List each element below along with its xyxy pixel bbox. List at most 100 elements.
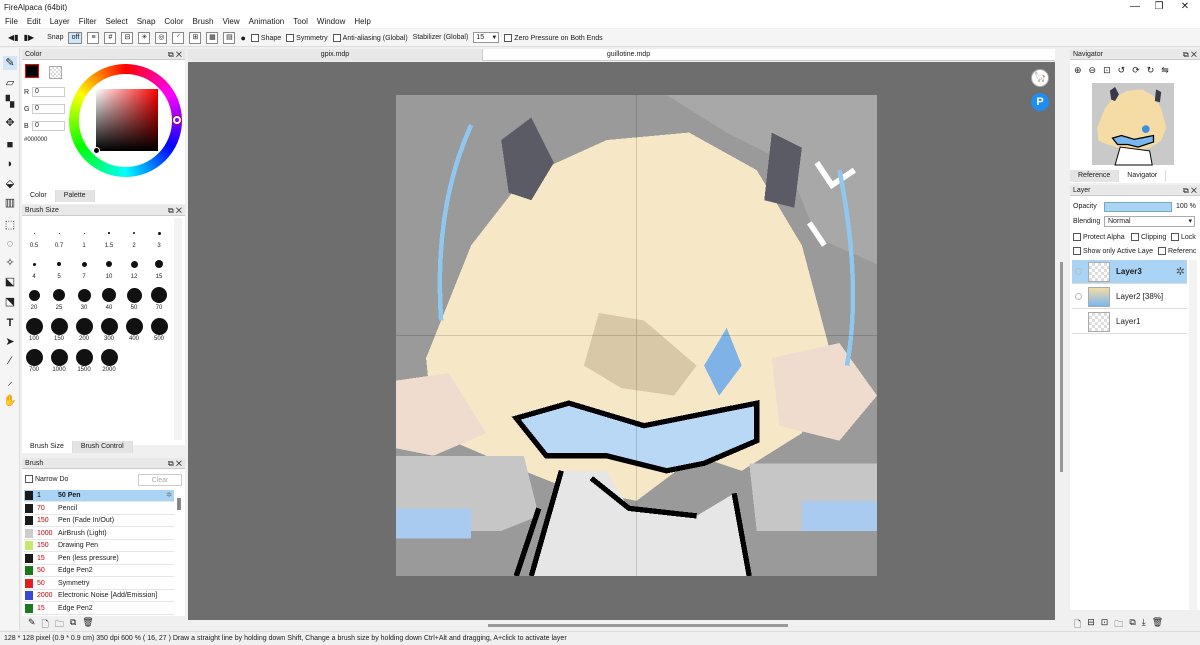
- brush-size-dot[interactable]: [50, 317, 68, 335]
- panel-close-icon[interactable]: ⧉ ✕: [168, 458, 182, 469]
- color-picker-handle[interactable]: [93, 147, 100, 154]
- brush-list-scrollbar[interactable]: [177, 498, 181, 510]
- menu-tool[interactable]: Tool: [293, 17, 308, 26]
- brush-size-dot[interactable]: [81, 261, 87, 267]
- tab-gpix[interactable]: gpix.mdp: [188, 49, 482, 61]
- brush-item[interactable]: 15 Pen (less pressure): [24, 553, 174, 565]
- select-rect-icon[interactable]: ⬚: [3, 218, 17, 232]
- antialias-checkbox[interactable]: Anti-aliasing (Global): [332, 33, 408, 42]
- gear-icon[interactable]: ✲: [1176, 265, 1185, 278]
- brush-item[interactable]: 2000 Electronic Noise [Add/Emission]: [24, 590, 174, 602]
- zoom-in-icon[interactable]: ⊕: [1074, 65, 1082, 76]
- snap-cross-icon[interactable]: #: [104, 31, 117, 44]
- g-input[interactable]: 0: [32, 104, 65, 114]
- select-pen-icon[interactable]: ⬕: [3, 275, 17, 289]
- fill-rect-icon[interactable]: ■: [3, 138, 17, 152]
- menu-window[interactable]: Window: [317, 17, 345, 26]
- shape-checkbox[interactable]: Shape: [250, 33, 281, 42]
- divide-tool-icon[interactable]: ⁄: [3, 354, 17, 368]
- menu-layer[interactable]: Layer: [50, 17, 70, 26]
- magic-wand-icon[interactable]: ✧: [3, 256, 17, 270]
- rotate-reset-icon[interactable]: ⟳: [1132, 65, 1140, 76]
- brush-size-dot[interactable]: [151, 287, 167, 303]
- brush-size-dot[interactable]: [133, 232, 135, 234]
- tab-guillotine[interactable]: guillotine.mdp: [482, 49, 774, 61]
- next-frame-icon[interactable]: ▮▶: [24, 33, 35, 42]
- foreground-color-swatch[interactable]: [25, 64, 39, 78]
- panel-close-icon[interactable]: ⧉ ✕: [1183, 49, 1197, 60]
- brush-item[interactable]: 1000 AirBrush (Light): [24, 528, 174, 540]
- brush-size-dot[interactable]: [28, 289, 40, 301]
- hand-tool-icon[interactable]: ✋: [3, 394, 17, 408]
- prev-frame-icon[interactable]: ◀▮: [8, 33, 19, 42]
- brush-size-dot[interactable]: [100, 348, 118, 366]
- visibility-icon[interactable]: [1075, 268, 1082, 275]
- layer-scrollbar[interactable]: [1189, 260, 1197, 610]
- brush-size-dot[interactable]: [125, 317, 143, 335]
- menu-snap[interactable]: Snap: [137, 17, 156, 26]
- menu-file[interactable]: File: [5, 17, 18, 26]
- transparent-color-swatch[interactable]: [49, 66, 62, 79]
- brush-item[interactable]: 15 Edge Pen2: [24, 603, 174, 615]
- menu-color[interactable]: Color: [164, 17, 183, 26]
- brush-item[interactable]: 50 Edge Pen2: [24, 565, 174, 577]
- brush-size-dot[interactable]: [83, 232, 85, 234]
- lasso-tool-icon[interactable]: ◌: [3, 237, 17, 251]
- brush-item[interactable]: 50 Symmetry: [24, 578, 174, 590]
- flip-icon[interactable]: ⇋: [1161, 65, 1169, 76]
- brush-item[interactable]: 150 Pen (Fade In/Out): [24, 515, 174, 527]
- snap-3d-icon[interactable]: ⊞: [189, 31, 202, 44]
- brush-item[interactable]: 150 Drawing Pen: [24, 540, 174, 552]
- brush-size-dot[interactable]: [50, 348, 68, 366]
- brush-size-dot[interactable]: [100, 317, 118, 335]
- alpaca-icon[interactable]: 🦙: [1031, 69, 1049, 87]
- brush-size-dot[interactable]: [32, 262, 36, 266]
- clipping-checkbox[interactable]: Clipping: [1131, 233, 1166, 241]
- brush-size-dot[interactable]: [33, 232, 35, 234]
- operation-tool-icon[interactable]: ➤: [3, 335, 17, 349]
- brush-size-dot[interactable]: [25, 348, 43, 366]
- brush-item[interactable]: 70 Pencil: [24, 503, 174, 515]
- blending-select[interactable]: Normal ▾: [1104, 216, 1195, 227]
- move-tool-icon[interactable]: ✥: [3, 116, 17, 130]
- gradient-tool-icon[interactable]: ▥: [3, 196, 17, 210]
- snap-vanish-icon[interactable]: ⊟: [121, 31, 134, 44]
- b-input[interactable]: 0: [32, 121, 65, 131]
- brush-size-dot[interactable]: [102, 288, 116, 302]
- brush-item[interactable]: ✲ 1 50 Pen: [24, 490, 174, 502]
- panel-close-icon[interactable]: ⧉ ✕: [168, 49, 182, 60]
- menu-brush[interactable]: Brush: [193, 17, 214, 26]
- brush-size-dot[interactable]: [108, 232, 110, 234]
- eraser-tool-icon[interactable]: ▱: [3, 76, 17, 90]
- panel-close-icon[interactable]: ⧉ ✕: [168, 205, 182, 216]
- layer-row[interactable]: Layer3 ✲: [1072, 260, 1187, 284]
- zoom-out-icon[interactable]: ⊖: [1089, 65, 1097, 76]
- brush-size-dot[interactable]: [106, 261, 112, 267]
- opacity-slider[interactable]: [1104, 202, 1172, 212]
- maximize-button[interactable]: ❐: [1146, 0, 1172, 14]
- pixiv-icon[interactable]: P: [1031, 93, 1049, 111]
- rotate-right-icon[interactable]: ↻: [1147, 65, 1155, 76]
- menu-animation[interactable]: Animation: [249, 17, 285, 26]
- vertical-scrollbar[interactable]: [1057, 62, 1066, 620]
- snap-circle-icon[interactable]: ◎: [155, 31, 168, 44]
- stabilizer-select[interactable]: 15 ▼: [473, 32, 500, 43]
- hue-handle[interactable]: [173, 116, 181, 124]
- dot-tool-icon[interactable]: ▚: [3, 95, 17, 109]
- visibility-icon[interactable]: [1075, 293, 1082, 300]
- snap-grid-icon[interactable]: ▦: [206, 31, 219, 44]
- snap-off-button[interactable]: off: [68, 31, 83, 44]
- zoom-fit-icon[interactable]: ⊡: [1103, 65, 1111, 76]
- eyedropper-tool-icon[interactable]: ⸝: [3, 375, 17, 389]
- clear-button[interactable]: Clear: [138, 474, 182, 486]
- snap-curve-icon[interactable]: ◜: [172, 31, 185, 44]
- brush-size-dot[interactable]: [57, 262, 61, 266]
- zero-pressure-checkbox[interactable]: Zero Pressure on Both Ends: [504, 33, 603, 42]
- narrow-down-checkbox[interactable]: Narrow Do: [25, 475, 68, 483]
- pixel-art-canvas[interactable]: [396, 95, 877, 576]
- saturation-value-square[interactable]: [96, 89, 158, 151]
- menu-help[interactable]: Help: [354, 17, 370, 26]
- rotate-left-icon[interactable]: ↺: [1118, 65, 1126, 76]
- brush-size-dot[interactable]: [126, 287, 142, 303]
- snap-dot-icon[interactable]: ●: [240, 33, 245, 43]
